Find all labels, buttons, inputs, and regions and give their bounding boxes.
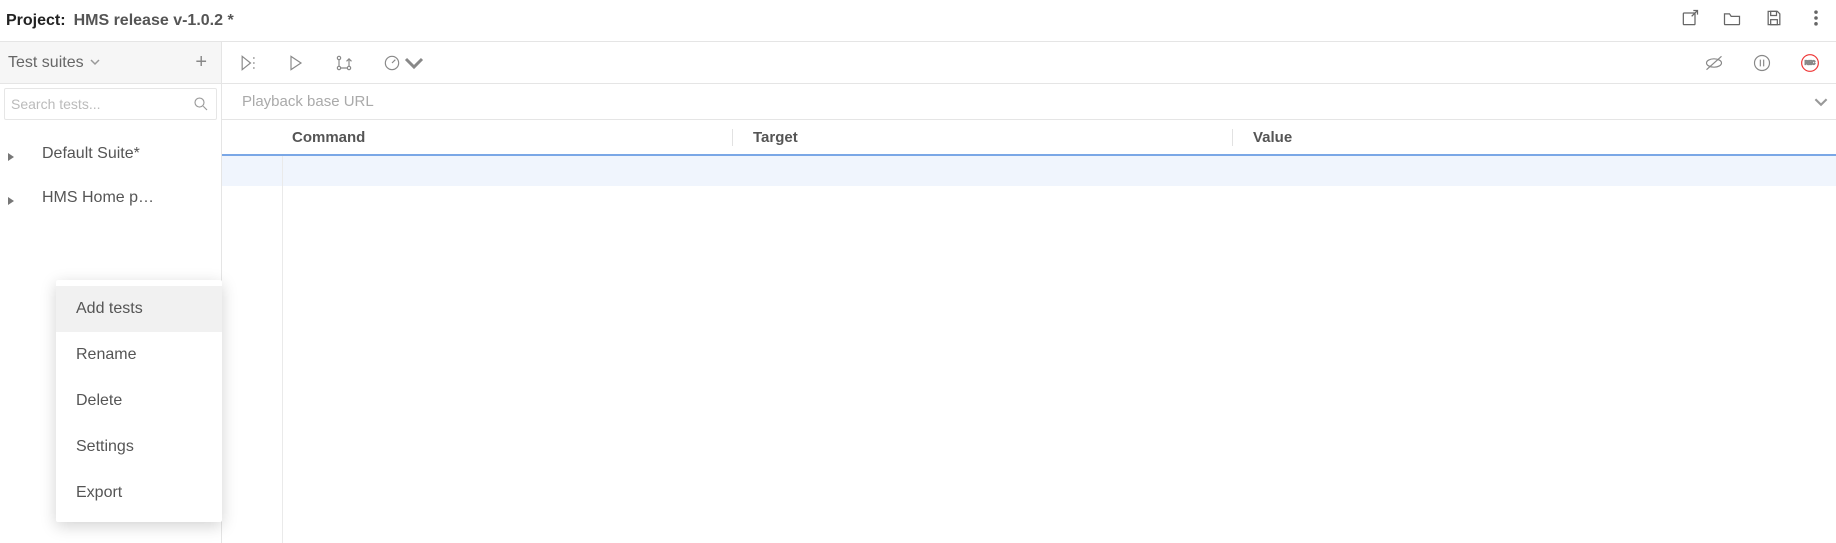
- suite-name: HMS Home p…: [42, 189, 154, 207]
- pause-icon[interactable]: [1752, 53, 1772, 73]
- speed-icon[interactable]: [382, 53, 424, 73]
- search-tests[interactable]: [4, 88, 217, 120]
- run-all-icon[interactable]: [238, 53, 258, 73]
- command-table-header: Command Target Value: [222, 120, 1836, 156]
- test-suites-header[interactable]: Test suites +: [0, 42, 221, 84]
- test-suites-label: Test suites: [8, 54, 84, 72]
- command-table-body: [222, 156, 1836, 543]
- disable-breakpoints-icon[interactable]: [1704, 53, 1724, 73]
- table-row[interactable]: [222, 156, 1836, 186]
- more-icon[interactable]: [1806, 8, 1826, 33]
- search-icon: [192, 95, 210, 113]
- chevron-down-icon: [90, 54, 100, 72]
- suite-item[interactable]: HMS Home p…: [0, 176, 221, 220]
- new-window-icon[interactable]: [1680, 8, 1700, 33]
- chevron-down-icon: [404, 53, 424, 73]
- add-suite-button[interactable]: +: [195, 51, 207, 74]
- ctx-settings[interactable]: Settings: [56, 424, 222, 470]
- run-icon[interactable]: [286, 53, 306, 73]
- step-icon[interactable]: [334, 53, 354, 73]
- playback-url-input[interactable]: [242, 93, 1814, 110]
- expand-icon[interactable]: [6, 149, 16, 159]
- search-input[interactable]: [11, 96, 192, 112]
- suite-context-menu: Add tests Rename Delete Settings Export: [56, 280, 222, 522]
- project-header: Project: HMS release v-1.0.2 *: [0, 0, 1836, 42]
- ctx-rename[interactable]: Rename: [56, 332, 222, 378]
- suite-list: Default Suite* HMS Home p…: [0, 120, 221, 220]
- playback-toolbar: REC: [222, 42, 1836, 84]
- ctx-export[interactable]: Export: [56, 470, 222, 516]
- open-folder-icon[interactable]: [1722, 8, 1742, 33]
- chevron-down-icon[interactable]: [1814, 95, 1828, 109]
- ctx-add-tests[interactable]: Add tests: [56, 286, 222, 332]
- svg-text:REC: REC: [1805, 60, 1816, 66]
- playback-url-bar[interactable]: [222, 84, 1836, 120]
- suite-item[interactable]: Default Suite*: [0, 132, 221, 176]
- col-target: Target: [732, 129, 1232, 146]
- expand-icon[interactable]: [6, 193, 16, 203]
- suite-name: Default Suite*: [42, 145, 140, 163]
- project-label: Project:: [6, 12, 66, 30]
- main-panel: REC Command Target Value: [222, 42, 1836, 543]
- save-icon[interactable]: [1764, 8, 1784, 33]
- project-name: HMS release v-1.0.2 *: [74, 12, 234, 30]
- gutter-divider: [282, 156, 283, 543]
- record-icon[interactable]: REC: [1800, 53, 1820, 73]
- col-command: Command: [222, 129, 732, 146]
- sidebar: Test suites + Default Suite* HMS Home: [0, 42, 222, 543]
- ctx-delete[interactable]: Delete: [56, 378, 222, 424]
- col-value: Value: [1232, 129, 1836, 146]
